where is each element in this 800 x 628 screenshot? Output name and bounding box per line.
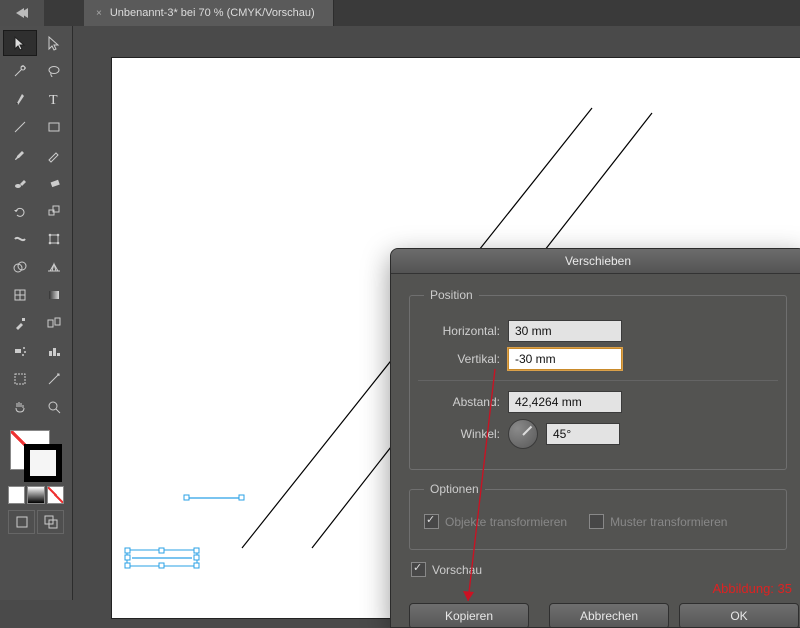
tool-magic-wand[interactable] [3, 58, 37, 84]
tool-gradient[interactable] [37, 282, 71, 308]
dialog-title: Verschieben [391, 249, 800, 274]
tool-free-transform[interactable] [37, 226, 71, 252]
move-dialog: Verschieben Position Horizontal: Vertika… [390, 248, 800, 628]
label-abstand: Abstand: [424, 395, 500, 409]
tool-perspective-grid[interactable] [37, 254, 71, 280]
color-swatch[interactable] [8, 486, 25, 504]
selected-object[interactable] [125, 548, 199, 568]
tool-lasso[interactable] [37, 58, 71, 84]
label-objekte-transformieren: Objekte transformieren [445, 515, 567, 529]
tool-hand[interactable] [3, 394, 37, 420]
color-mode-swatches [8, 486, 64, 504]
label-muster-transformieren: Muster transformieren [610, 515, 727, 529]
document-tab[interactable]: × Unbenannt-3* bei 70 % (CMYK/Vorschau) [84, 0, 334, 26]
tool-selection[interactable] [3, 30, 37, 56]
tool-type[interactable]: T [37, 86, 71, 112]
position-group: Position Horizontal: Vertikal: Abstand: … [409, 288, 787, 470]
tool-blend[interactable] [37, 310, 71, 336]
tool-zoom[interactable] [37, 394, 71, 420]
canvas-area: Verschieben Position Horizontal: Vertika… [84, 26, 800, 600]
panel-collapse-button[interactable] [0, 0, 44, 26]
document-tab-title: Unbenannt-3* bei 70 % (CMYK/Vorschau) [110, 7, 315, 19]
tool-line-segment[interactable] [3, 114, 37, 140]
close-icon[interactable]: × [96, 8, 102, 19]
checkbox-vorschau[interactable] [411, 562, 426, 577]
input-horizontal[interactable] [508, 320, 622, 342]
none-swatch[interactable] [47, 486, 64, 504]
label-winkel: Winkel: [424, 427, 500, 441]
tool-column-graph[interactable] [37, 338, 71, 364]
figure-caption: Abbildung: 35 [712, 581, 792, 596]
checkbox-muster-transformieren[interactable] [589, 514, 604, 529]
tool-mesh[interactable] [3, 282, 37, 308]
svg-text:T: T [49, 93, 58, 107]
tool-artboard[interactable] [3, 366, 37, 392]
stroke-swatch[interactable] [24, 444, 62, 482]
ok-button[interactable]: OK [679, 603, 799, 628]
input-vertikal[interactable] [508, 348, 622, 370]
tool-paintbrush[interactable] [3, 142, 37, 168]
tool-direct-selection[interactable] [37, 30, 71, 56]
tool-pencil[interactable] [37, 142, 71, 168]
tool-scale[interactable] [37, 198, 71, 224]
kopieren-button[interactable]: Kopieren [409, 603, 529, 628]
label-horizontal: Horizontal: [424, 324, 500, 338]
tool-eraser[interactable] [37, 170, 71, 196]
tool-rectangle[interactable] [37, 114, 71, 140]
options-group: Optionen Objekte transformieren Muster t… [409, 482, 787, 550]
label-vertikal: Vertikal: [424, 352, 500, 366]
tool-eyedropper[interactable] [3, 310, 37, 336]
tools-panel: T [0, 26, 73, 600]
input-abstand[interactable] [508, 391, 622, 413]
tool-pen[interactable] [3, 86, 37, 112]
document-tab-bar: × Unbenannt-3* bei 70 % (CMYK/Vorschau) [0, 0, 800, 26]
abbrechen-button[interactable]: Abbrechen [549, 603, 669, 628]
tool-blob-brush[interactable] [3, 170, 37, 196]
draw-normal-icon[interactable] [8, 510, 35, 534]
input-winkel[interactable] [546, 423, 620, 445]
gradient-swatch-icon[interactable] [27, 486, 44, 504]
tool-rotate[interactable] [3, 198, 37, 224]
draw-behind-icon[interactable] [37, 510, 64, 534]
position-legend: Position [424, 288, 479, 302]
tool-symbol-sprayer[interactable] [3, 338, 37, 364]
options-legend: Optionen [424, 482, 485, 496]
fill-stroke-proxy[interactable] [10, 430, 62, 482]
checkbox-objekte-transformieren[interactable] [424, 514, 439, 529]
label-vorschau: Vorschau [432, 563, 482, 577]
tool-shape-builder[interactable] [3, 254, 37, 280]
angle-dial[interactable] [508, 419, 538, 449]
tool-slice[interactable] [37, 366, 71, 392]
tool-width[interactable] [3, 226, 37, 252]
